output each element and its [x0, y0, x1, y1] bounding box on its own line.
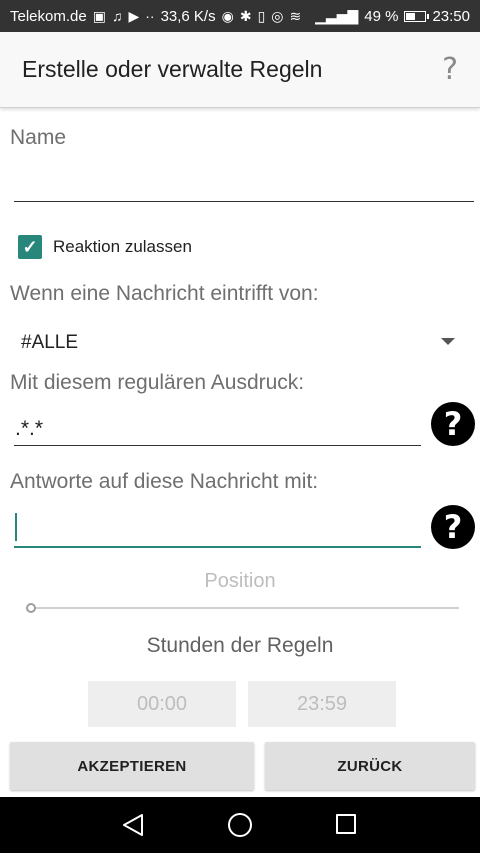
- battery-icon: [404, 10, 430, 22]
- position-slider[interactable]: [32, 607, 459, 609]
- sender-dropdown[interactable]: [10, 323, 470, 363]
- name-input-underline: [14, 201, 474, 202]
- page-title: Erstelle oder verwalte Regeln: [22, 56, 323, 82]
- dots-icon: ··: [145, 8, 155, 24]
- text-cursor: [15, 513, 17, 541]
- name-label: Name: [10, 126, 67, 149]
- allow-reaction-label[interactable]: Reaktion zulassen: [53, 237, 192, 257]
- dropdown-arrow-icon[interactable]: [441, 338, 455, 345]
- vibrate-icon: ▯: [257, 7, 266, 24]
- rule-form: Name ✓ Reaktion zulassen Wenn eine Nachr…: [0, 108, 480, 740]
- sender-dropdown-value[interactable]: #ALLE: [21, 332, 78, 354]
- end-time-field[interactable]: 23:59: [248, 681, 396, 727]
- reply-input-underline: [14, 546, 421, 548]
- regex-input-underline: [14, 445, 421, 446]
- name-input[interactable]: [14, 168, 474, 200]
- reply-input[interactable]: [14, 510, 421, 544]
- app-bar: Erstelle oder verwalte Regeln ?: [0, 32, 480, 108]
- wifi-icon: ≋: [289, 7, 302, 24]
- battery-percent: 49 %: [364, 7, 399, 25]
- regex-input[interactable]: .*.*: [15, 417, 43, 441]
- music-icon: ♫: [111, 8, 123, 24]
- bluetooth-icon: ✱: [239, 7, 252, 24]
- hours-label: Stunden der Regeln: [146, 634, 334, 657]
- reply-help-icon[interactable]: ?: [431, 505, 475, 549]
- battery-fill: [406, 12, 415, 20]
- regex-label: Mit diesem regulären Ausdruck:: [10, 371, 305, 394]
- position-label: Position: [204, 570, 276, 592]
- play-icon: ▶: [128, 7, 140, 24]
- back-button[interactable]: ZURÜCK: [265, 742, 475, 790]
- start-time-field[interactable]: 00:00: [88, 681, 236, 727]
- check-icon: ✓: [22, 236, 38, 257]
- carrier-name: Telekom.de: [10, 7, 87, 25]
- clock: 23:50: [432, 7, 470, 25]
- nav-recent-apps-icon[interactable]: [336, 814, 356, 834]
- nav-back-icon[interactable]: [122, 813, 144, 837]
- allow-reaction-checkbox[interactable]: ✓: [18, 235, 42, 259]
- image-icon: ▣: [92, 7, 106, 24]
- regex-help-icon[interactable]: ?: [431, 402, 475, 446]
- position-slider-thumb[interactable]: [26, 603, 36, 613]
- status-right: ▁▃▅▇ 49 % 23:50: [315, 8, 470, 25]
- nfc-icon: ◉: [221, 7, 234, 24]
- network-speed: 33,6 K/s: [160, 7, 216, 25]
- navigation-bar: [0, 797, 480, 853]
- sender-label: Wenn eine Nachricht eintrifft von:: [10, 282, 319, 305]
- status-left: Telekom.de ▣ ♫ ▶ ·· 33,6 K/s ◉ ✱ ▯ ◎ ≋: [10, 8, 301, 25]
- reply-label: Antworte auf diese Nachricht mit:: [10, 470, 319, 493]
- accept-button[interactable]: AKZEPTIEREN: [10, 742, 254, 790]
- help-icon[interactable]: ?: [442, 52, 458, 87]
- status-bar: Telekom.de ▣ ♫ ▶ ·· 33,6 K/s ◉ ✱ ▯ ◎ ≋ ▁…: [0, 0, 480, 32]
- eye-icon: ◎: [271, 7, 284, 24]
- nav-home-icon[interactable]: [228, 813, 252, 837]
- signal-icon: ▁▃▅▇: [315, 7, 359, 24]
